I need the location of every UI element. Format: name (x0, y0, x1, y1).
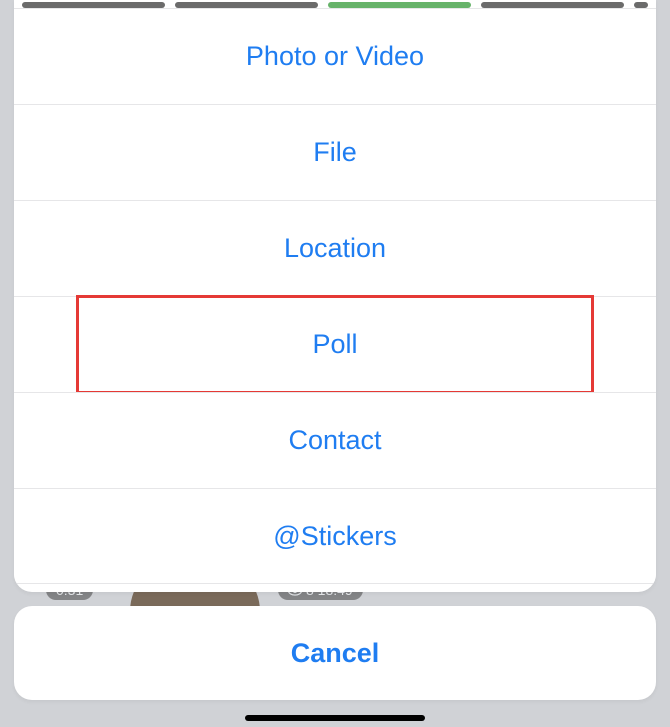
option-label: File (313, 137, 357, 168)
media-thumbnails-row (14, 0, 656, 8)
option-label: @Stickers (273, 521, 396, 552)
option-label: Contact (288, 425, 381, 456)
option-label: Location (284, 233, 386, 264)
cancel-label: Cancel (291, 638, 380, 669)
option-stickers[interactable]: @Stickers (14, 488, 656, 584)
cancel-button[interactable]: Cancel (14, 606, 656, 700)
option-contact[interactable]: Contact (14, 392, 656, 488)
attachment-action-sheet: Photo or Video File Location Poll Contac… (14, 0, 656, 715)
attachment-options-group: Photo or Video File Location Poll Contac… (14, 0, 656, 592)
option-poll[interactable]: Poll (14, 296, 656, 392)
option-photo-video[interactable]: Photo or Video (14, 8, 656, 104)
option-label: Poll (312, 329, 357, 360)
home-indicator[interactable] (245, 715, 425, 721)
option-label: Photo or Video (246, 41, 424, 72)
option-location[interactable]: Location (14, 200, 656, 296)
option-file[interactable]: File (14, 104, 656, 200)
